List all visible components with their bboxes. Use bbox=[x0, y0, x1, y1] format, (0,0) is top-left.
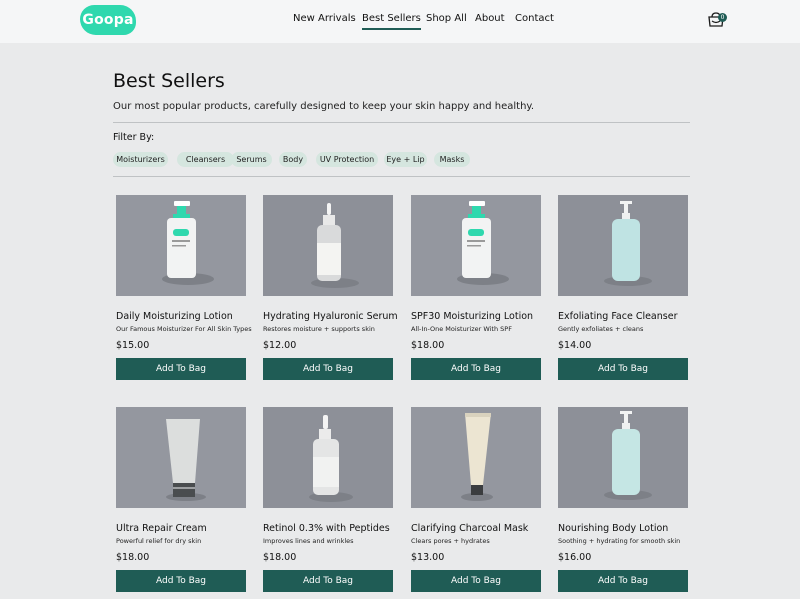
add-to-bag-button[interactable]: Add To Bag bbox=[411, 358, 541, 380]
cart-count-badge: 0 bbox=[718, 13, 727, 22]
product-image[interactable] bbox=[263, 407, 393, 508]
filter-chip-serums[interactable]: Serums bbox=[231, 152, 272, 167]
product-name[interactable]: SPF30 Moisturizing Lotion bbox=[411, 311, 533, 322]
product-name[interactable]: Hydrating Hyaluronic Serum bbox=[263, 311, 398, 322]
product-description: Improves lines and wrinkles bbox=[263, 537, 354, 545]
product-description: Clears pores + hydrates bbox=[411, 537, 490, 545]
page-title: Best Sellers bbox=[113, 70, 225, 92]
product-description: Soothing + hydrating for smooth skin bbox=[558, 537, 681, 545]
nav-new-arrivals[interactable]: New Arrivals bbox=[293, 12, 356, 26]
divider bbox=[113, 176, 690, 177]
product-image[interactable] bbox=[411, 407, 541, 508]
product-card: Ultra Repair Cream Powerful relief for d… bbox=[116, 407, 246, 592]
product-image[interactable] bbox=[558, 195, 688, 296]
filter-chip-masks[interactable]: Masks bbox=[434, 152, 470, 167]
product-description: Powerful relief for dry skin bbox=[116, 537, 202, 545]
filter-chip-uv-protection[interactable]: UV Protection bbox=[316, 152, 378, 167]
site-header: Goopa New Arrivals Best Sellers Shop All… bbox=[0, 0, 800, 43]
product-image[interactable] bbox=[263, 195, 393, 296]
product-name[interactable]: Exfoliating Face Cleanser bbox=[558, 311, 677, 322]
product-image[interactable] bbox=[558, 407, 688, 508]
product-price: $12.00 bbox=[263, 340, 297, 351]
add-to-bag-button[interactable]: Add To Bag bbox=[411, 570, 541, 592]
product-description: Our Famous Moisturizer For All Skin Type… bbox=[116, 325, 252, 333]
product-price: $16.00 bbox=[558, 552, 592, 563]
product-card: Daily Moisturizing Lotion Our Famous Moi… bbox=[116, 195, 252, 380]
page-subtitle: Our most popular products, carefully des… bbox=[113, 101, 535, 112]
product-price: $18.00 bbox=[411, 340, 445, 351]
product-name[interactable]: Ultra Repair Cream bbox=[116, 523, 207, 534]
product-card: Exfoliating Face Cleanser Gently exfolia… bbox=[558, 195, 688, 380]
nav-about[interactable]: About bbox=[475, 12, 505, 26]
product-price: $18.00 bbox=[263, 552, 297, 563]
nav-contact[interactable]: Contact bbox=[515, 12, 554, 26]
filter-chip-cleansers[interactable]: Cleansers bbox=[177, 152, 234, 167]
add-to-bag-button[interactable]: Add To Bag bbox=[558, 570, 688, 592]
product-card: Nourishing Body Lotion Soothing + hydrat… bbox=[558, 407, 688, 592]
product-card: SPF30 Moisturizing Lotion All-In-One Moi… bbox=[411, 195, 541, 380]
nav-best-sellers[interactable]: Best Sellers bbox=[362, 12, 421, 30]
product-image[interactable] bbox=[116, 195, 246, 296]
product-description: Gently exfoliates + cleans bbox=[558, 325, 644, 333]
add-to-bag-button[interactable]: Add To Bag bbox=[116, 358, 246, 380]
product-name[interactable]: Daily Moisturizing Lotion bbox=[116, 311, 233, 322]
product-image[interactable] bbox=[116, 407, 246, 508]
product-description: Restores moisture + supports skin bbox=[263, 325, 375, 333]
product-image[interactable] bbox=[411, 195, 541, 296]
product-price: $14.00 bbox=[558, 340, 592, 351]
nav-shop-all[interactable]: Shop All bbox=[426, 12, 467, 26]
logo[interactable]: Goopa bbox=[80, 5, 136, 35]
product-price: $13.00 bbox=[411, 552, 445, 563]
add-to-bag-button[interactable]: Add To Bag bbox=[263, 358, 393, 380]
filter-chip-body[interactable]: Body bbox=[279, 152, 307, 167]
add-to-bag-button[interactable]: Add To Bag bbox=[263, 570, 393, 592]
product-price: $18.00 bbox=[116, 552, 150, 563]
product-price: $15.00 bbox=[116, 340, 150, 351]
product-name[interactable]: Nourishing Body Lotion bbox=[558, 523, 668, 534]
product-name[interactable]: Retinol 0.3% with Peptides bbox=[263, 523, 390, 534]
product-card: Retinol 0.3% with Peptides Improves line… bbox=[263, 407, 393, 592]
filter-chip-moisturizers[interactable]: Moisturizers bbox=[113, 152, 168, 167]
product-card: Hydrating Hyaluronic Serum Restores mois… bbox=[263, 195, 398, 380]
divider bbox=[113, 122, 690, 123]
add-to-bag-button[interactable]: Add To Bag bbox=[558, 358, 688, 380]
add-to-bag-button[interactable]: Add To Bag bbox=[116, 570, 246, 592]
filter-label: Filter By: bbox=[113, 132, 155, 143]
product-card: Clarifying Charcoal Mask Clears pores + … bbox=[411, 407, 541, 592]
product-description: All-In-One Moisturizer With SPF bbox=[411, 325, 512, 333]
product-name[interactable]: Clarifying Charcoal Mask bbox=[411, 523, 528, 534]
filter-chip-eye-lip[interactable]: Eye + Lip bbox=[384, 152, 427, 167]
